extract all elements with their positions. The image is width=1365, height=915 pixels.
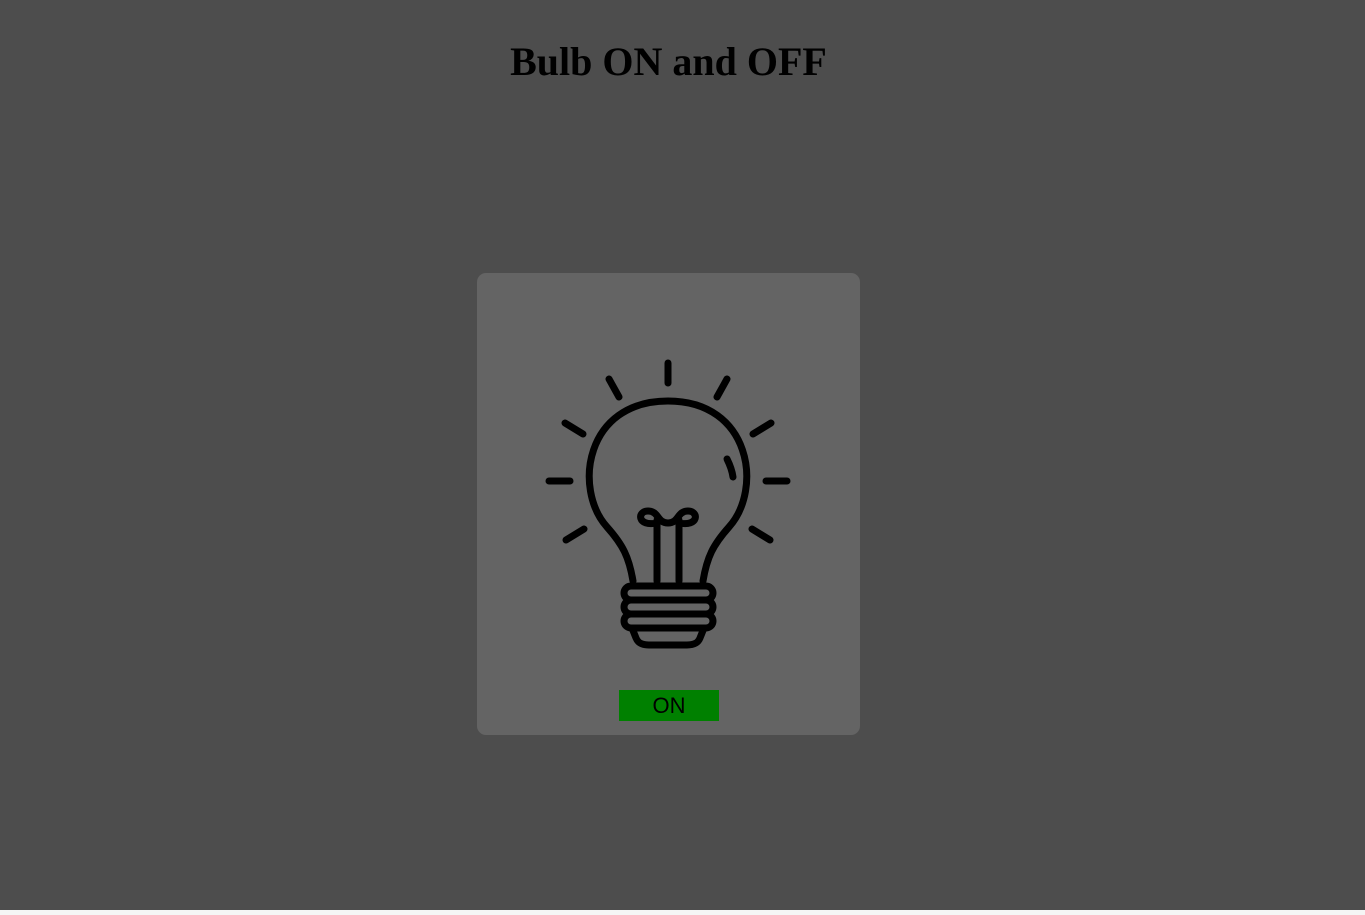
page-title: Bulb ON and OFF	[510, 39, 827, 84]
on-off-toggle-button[interactable]: ON	[619, 690, 719, 721]
lightbulb-icon	[545, 359, 791, 649]
bulb-card: ON	[477, 273, 860, 735]
page-bottom-edge	[0, 910, 1365, 915]
